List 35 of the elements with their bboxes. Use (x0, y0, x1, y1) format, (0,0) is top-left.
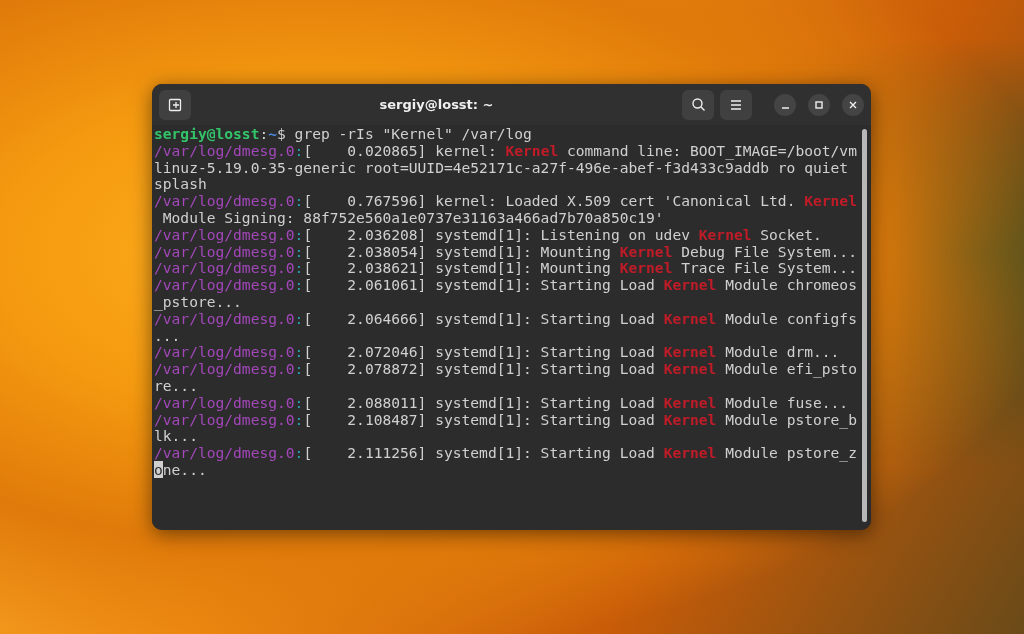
scrollbar[interactable] (862, 129, 867, 522)
search-icon (690, 97, 706, 112)
terminal-line: /var/log/dmesg.0:[ 2.108487] systemd[1]: Starting Load Kernel Module pstore_b (154, 411, 857, 429)
close-button[interactable] (842, 93, 864, 116)
terminal-line: /var/log/dmesg.0:[ 2.038621] systemd[1]: Mounting Kernel Trace File System... (154, 260, 857, 278)
maximize-icon (814, 99, 824, 110)
maximize-button[interactable] (808, 93, 830, 116)
terminal-line: sergiy@losst:~$ grep -rIs "Kernel" /var/log (154, 126, 532, 143)
terminal-line: /var/log/dmesg.0:[ 2.111256] systemd[1]: Starting Load Kernel Module pstore_z (154, 445, 857, 462)
terminal-line: /var/log/dmesg.0:[ 0.020865] kernel: Kernel command line: BOOT_IMAGE=/boot/vm (154, 142, 857, 160)
minimize-icon (781, 106, 789, 109)
terminal-line: /var/log/dmesg.0:[ 2.078872] systemd[1]: Starting Load Kernel Module efi_psto (154, 361, 857, 378)
close-icon (848, 99, 858, 110)
search-button[interactable] (682, 89, 714, 120)
minimize-button[interactable] (774, 93, 796, 116)
terminal-line: one... (154, 461, 207, 479)
new-tab-button[interactable] (159, 89, 191, 120)
terminal-line: linuz-5.19.0-35-generic root=UUID=4e52171c-a27f-496e-abef-f3d433c9addb ro quiet (154, 159, 849, 177)
terminal-line: /var/log/dmesg.0:[ 0.767596] kernel: Loaded X.509 cert 'Canonical Ltd. Kernel (154, 193, 857, 210)
terminal-line: /var/log/dmesg.0:[ 2.038054] systemd[1]: Mounting Kernel Debug File System... (154, 243, 857, 261)
terminal-line: splash (154, 176, 207, 194)
terminal-line: ... (154, 327, 181, 345)
terminal-line: /var/log/dmesg.0:[ 2.088011] systemd[1]: Starting Load Kernel Module fuse... (154, 394, 849, 412)
terminal-line: /var/log/dmesg.0:[ 2.036208] systemd[1]: Listening on udev Kernel Socket. (154, 226, 822, 244)
menu-button[interactable] (720, 89, 752, 120)
terminal-line: _pstore... (154, 293, 242, 311)
terminal-line: Module Signing: 88f752e560a1e0737e31163a466ad7b70a850c19' (161, 210, 664, 227)
menu-icon (729, 98, 743, 111)
terminal-line: lk... (154, 428, 198, 446)
terminal-line: re... (154, 377, 198, 395)
window-title: sergiy@losst: ~ (378, 97, 495, 112)
terminal-line: /var/log/dmesg.0:[ 2.072046] systemd[1]: Starting Load Kernel Module drm... (154, 344, 840, 362)
terminal-line: /var/log/dmesg.0:[ 2.064666] systemd[1]: Starting Load Kernel Module configfs (154, 310, 857, 328)
terminal-line: /var/log/dmesg.0:[ 2.061061] systemd[1]: Starting Load Kernel Module chromeos (154, 277, 857, 294)
new-tab-icon (168, 97, 182, 112)
